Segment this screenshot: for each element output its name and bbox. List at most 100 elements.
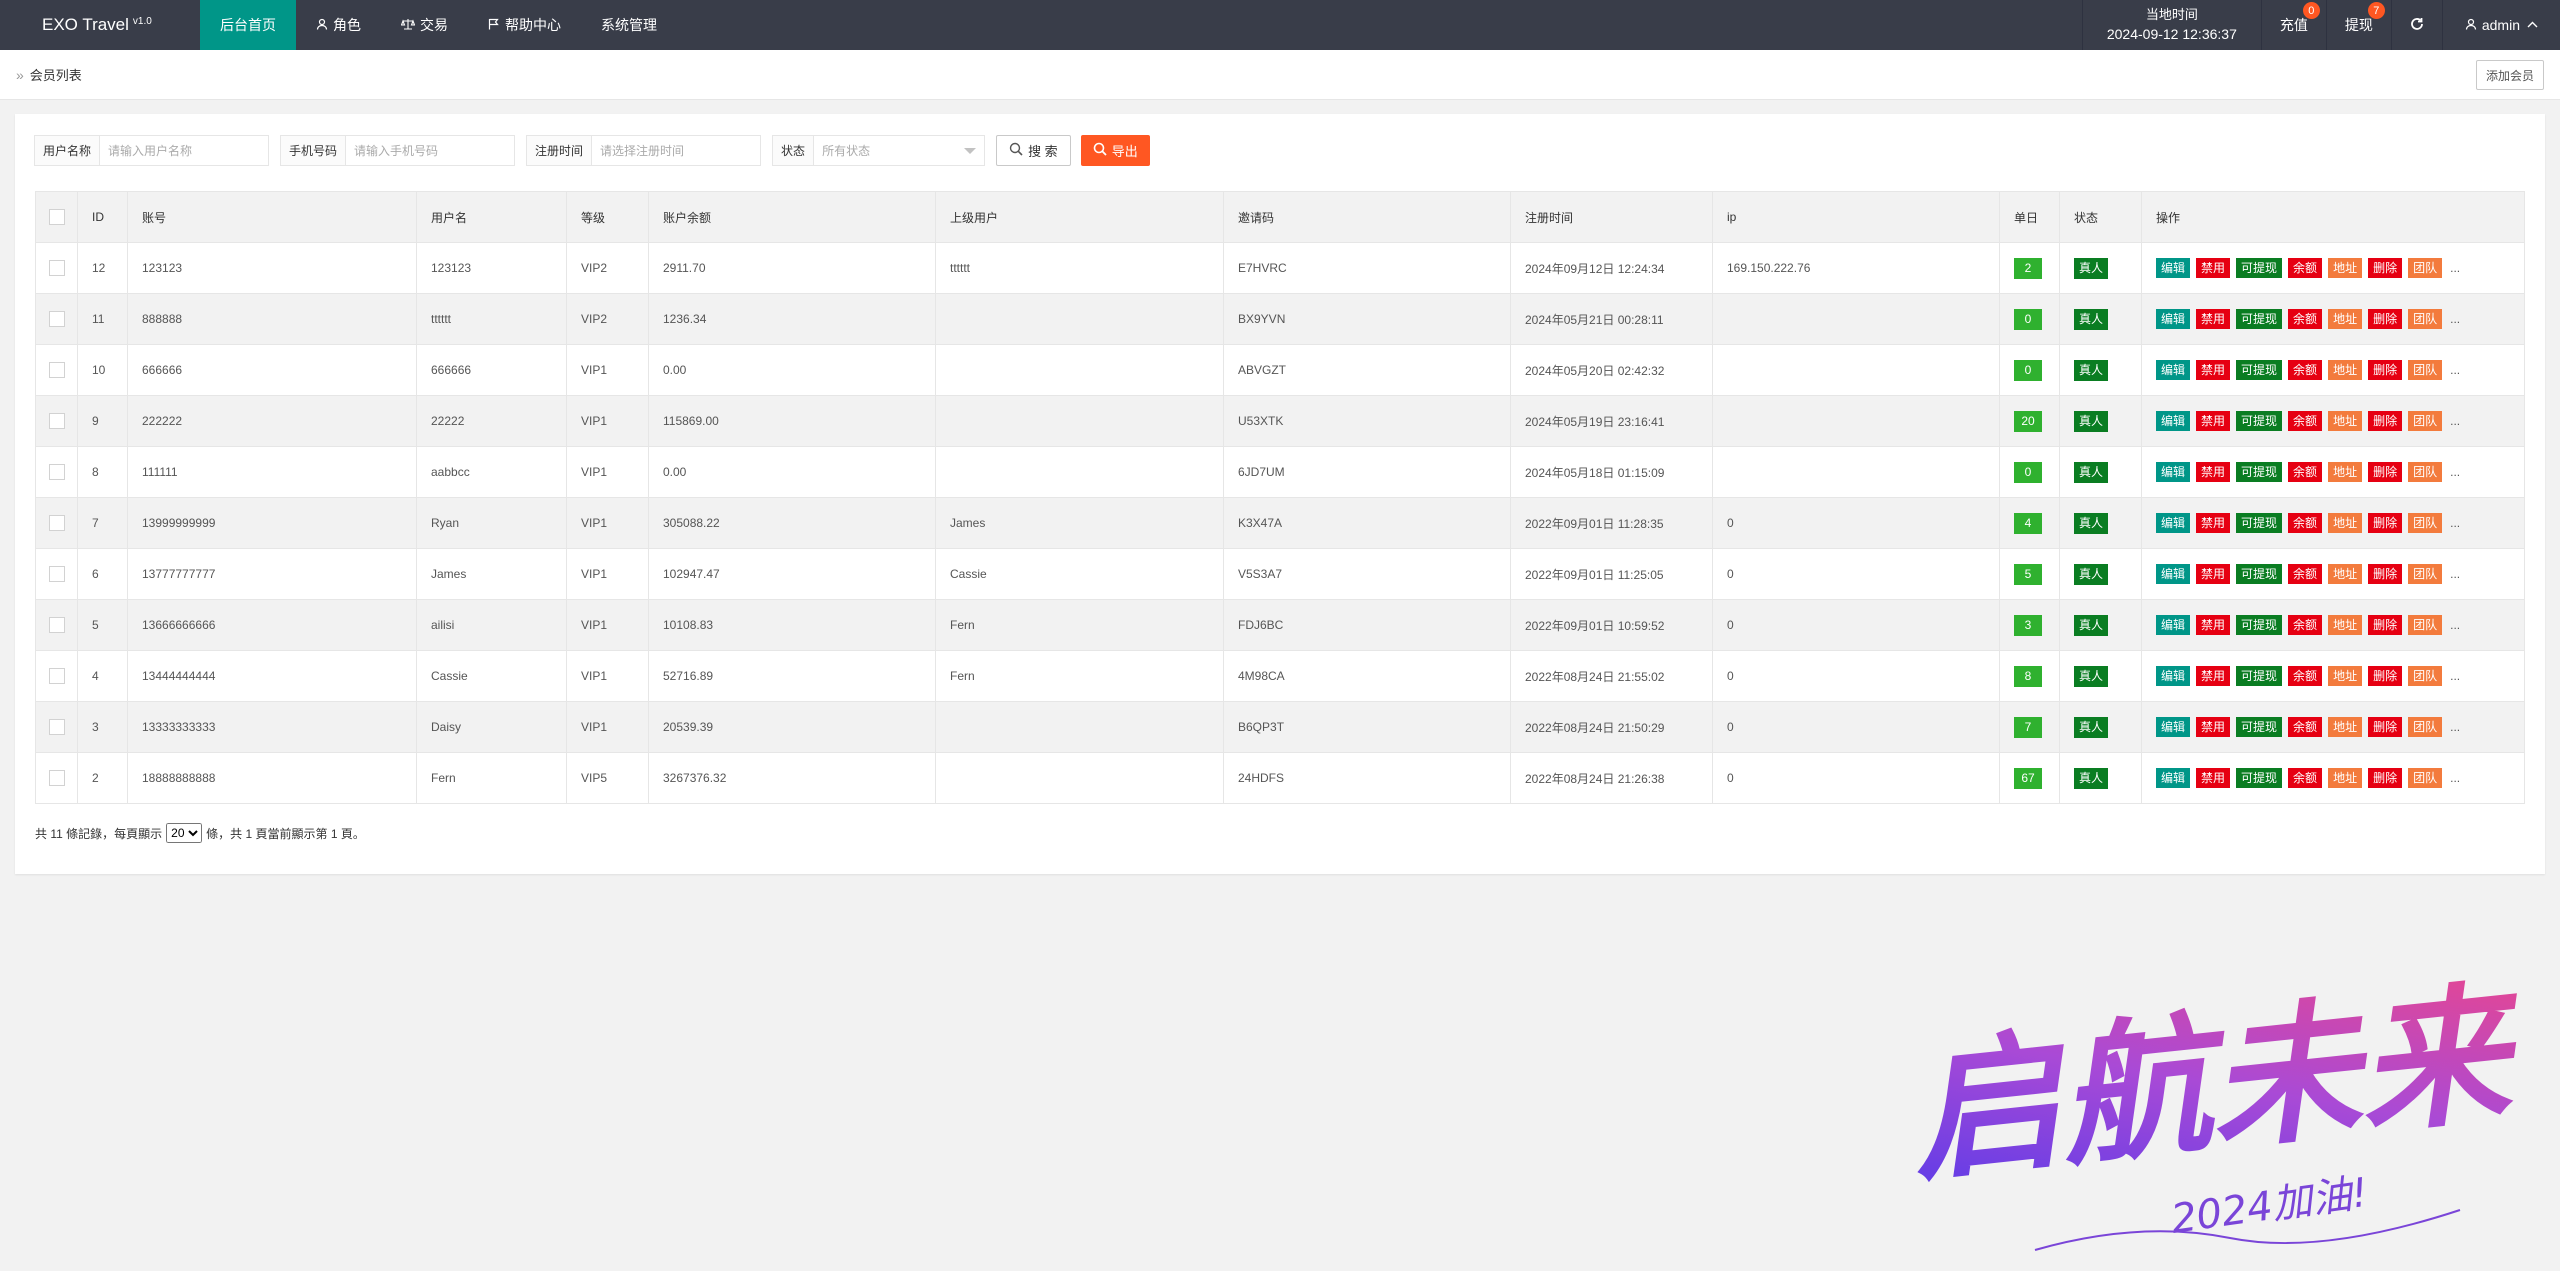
edit-button[interactable]: 编辑 xyxy=(2156,309,2191,329)
balance-button[interactable]: 余额 xyxy=(2288,768,2323,788)
table-row[interactable]: 6 13777777777 James VIP1 102947.47 Cassie V5S3… xyxy=(35,548,2525,600)
search-button[interactable]: 搜 索 xyxy=(996,135,1071,166)
ban-button[interactable]: 禁用 xyxy=(2196,360,2231,380)
nav-item-system[interactable]: 系统管理 xyxy=(581,0,677,50)
row-checkbox[interactable] xyxy=(48,668,65,684)
team-button[interactable]: 团队 xyxy=(2408,513,2443,533)
more-button[interactable]: ... xyxy=(2450,615,2460,635)
table-row[interactable]: 4 13444444444 Cassie VIP1 52716.89 Fern 4M98CA… xyxy=(35,650,2525,702)
column-header[interactable]: 等级 xyxy=(566,191,649,243)
admin-menu[interactable]: admin xyxy=(2441,0,2560,50)
table-row[interactable]: 12 123123 123123 VIP2 2911.70 tttttt E7HVRC 202… xyxy=(35,242,2525,294)
withdraw-button[interactable]: 可提现 xyxy=(2236,360,2283,380)
more-button[interactable]: ... xyxy=(2450,411,2460,431)
del-button[interactable]: 删除 xyxy=(2368,666,2403,686)
status-select[interactable]: 所有状态 xyxy=(814,136,984,165)
status-badge[interactable]: 真人 xyxy=(2074,716,2109,738)
addr-button[interactable]: 地址 xyxy=(2328,717,2363,737)
withdraw-button[interactable]: 可提现 xyxy=(2236,411,2283,431)
row-checkbox[interactable] xyxy=(48,260,65,276)
balance-button[interactable]: 余额 xyxy=(2288,411,2323,431)
table-row[interactable]: 7 13999999999 Ryan VIP1 305088.22 James K3X47A… xyxy=(35,497,2525,549)
balance-button[interactable]: 余额 xyxy=(2288,258,2323,278)
edit-button[interactable]: 编辑 xyxy=(2156,411,2191,431)
addr-button[interactable]: 地址 xyxy=(2328,360,2363,380)
edit-button[interactable]: 编辑 xyxy=(2156,462,2191,482)
column-header[interactable]: 邀请码 xyxy=(1223,191,1511,243)
row-checkbox[interactable] xyxy=(48,617,65,633)
withdraw-button[interactable]: 提现 7 xyxy=(2325,0,2391,50)
withdraw-button[interactable]: 可提现 xyxy=(2236,768,2283,788)
add-member-button[interactable]: 添加会员 xyxy=(2475,60,2544,90)
table-row[interactable]: 5 13666666666 ailisi VIP1 10108.83 Fern FDJ6BC… xyxy=(35,599,2525,651)
balance-button[interactable]: 余额 xyxy=(2288,564,2323,584)
status-badge[interactable]: 真人 xyxy=(2074,257,2109,279)
table-row[interactable]: 3 13333333333 Daisy VIP1 20539.39 B6QP3T 2022年… xyxy=(35,701,2525,753)
edit-button[interactable]: 编辑 xyxy=(2156,564,2191,584)
row-checkbox[interactable] xyxy=(48,770,65,786)
row-checkbox[interactable] xyxy=(48,566,65,582)
balance-button[interactable]: 余额 xyxy=(2288,666,2323,686)
row-checkbox[interactable] xyxy=(48,311,65,327)
edit-button[interactable]: 编辑 xyxy=(2156,768,2191,788)
addr-button[interactable]: 地址 xyxy=(2328,309,2363,329)
table-row[interactable]: 2 18888888888 Fern VIP5 3267376.32 24HDFS 2022… xyxy=(35,752,2525,804)
edit-button[interactable]: 编辑 xyxy=(2156,513,2191,533)
column-header[interactable]: 用户名 xyxy=(416,191,567,243)
status-badge[interactable]: 真人 xyxy=(2074,614,2109,636)
team-button[interactable]: 团队 xyxy=(2408,615,2443,635)
username-input[interactable] xyxy=(100,136,269,165)
more-button[interactable]: ... xyxy=(2450,768,2460,788)
column-header[interactable]: ID xyxy=(77,191,128,243)
del-button[interactable]: 删除 xyxy=(2368,615,2403,635)
balance-button[interactable]: 余额 xyxy=(2288,309,2323,329)
balance-button[interactable]: 余额 xyxy=(2288,462,2323,482)
ban-button[interactable]: 禁用 xyxy=(2196,258,2231,278)
more-button[interactable]: ... xyxy=(2450,717,2460,737)
team-button[interactable]: 团队 xyxy=(2408,411,2443,431)
phone-input[interactable] xyxy=(346,136,515,165)
select-all-checkbox[interactable] xyxy=(48,209,65,225)
table-row[interactable]: 8 111111 aabbcc VIP1 0.00 6JD7UM 2024年05月18日 0… xyxy=(35,446,2525,498)
export-button[interactable]: 导出 xyxy=(1080,135,1150,166)
edit-button[interactable]: 编辑 xyxy=(2156,360,2191,380)
column-header[interactable]: 账户余额 xyxy=(648,191,936,243)
ban-button[interactable]: 禁用 xyxy=(2196,666,2231,686)
addr-button[interactable]: 地址 xyxy=(2328,411,2363,431)
more-button[interactable]: ... xyxy=(2450,666,2460,686)
ban-button[interactable]: 禁用 xyxy=(2196,513,2231,533)
table-row[interactable]: 11 888888 tttttt VIP2 1236.34 BX9YVN 2024年05月2… xyxy=(35,293,2525,345)
status-badge[interactable]: 真人 xyxy=(2074,359,2109,381)
balance-button[interactable]: 余额 xyxy=(2288,615,2323,635)
ban-button[interactable]: 禁用 xyxy=(2196,564,2231,584)
addr-button[interactable]: 地址 xyxy=(2328,513,2363,533)
status-badge[interactable]: 真人 xyxy=(2074,512,2109,534)
nav-item-help[interactable]: 帮助中心 xyxy=(468,0,581,50)
row-checkbox[interactable] xyxy=(48,719,65,735)
column-header[interactable]: 注册时间 xyxy=(1510,191,1713,243)
withdraw-button[interactable]: 可提现 xyxy=(2236,564,2283,584)
addr-button[interactable]: 地址 xyxy=(2328,462,2363,482)
del-button[interactable]: 删除 xyxy=(2368,768,2403,788)
balance-button[interactable]: 余额 xyxy=(2288,513,2323,533)
status-badge[interactable]: 真人 xyxy=(2074,665,2109,687)
ban-button[interactable]: 禁用 xyxy=(2196,411,2231,431)
addr-button[interactable]: 地址 xyxy=(2328,666,2363,686)
addr-button[interactable]: 地址 xyxy=(2328,258,2363,278)
withdraw-button[interactable]: 可提现 xyxy=(2236,462,2283,482)
recharge-button[interactable]: 充值 0 xyxy=(2260,0,2326,50)
row-checkbox[interactable] xyxy=(48,464,65,480)
addr-button[interactable]: 地址 xyxy=(2328,768,2363,788)
del-button[interactable]: 删除 xyxy=(2368,717,2403,737)
balance-button[interactable]: 余额 xyxy=(2288,717,2323,737)
app-logo[interactable]: EXO Travel v1.0 xyxy=(0,0,200,50)
nav-item-home[interactable]: 后台首页 xyxy=(200,0,296,50)
del-button[interactable]: 删除 xyxy=(2368,309,2403,329)
nav-item-roles[interactable]: 角色 xyxy=(296,0,381,50)
team-button[interactable]: 团队 xyxy=(2408,462,2443,482)
withdraw-button[interactable]: 可提现 xyxy=(2236,615,2283,635)
edit-button[interactable]: 编辑 xyxy=(2156,258,2191,278)
withdraw-button[interactable]: 可提现 xyxy=(2236,666,2283,686)
refresh-button[interactable] xyxy=(2390,0,2442,50)
del-button[interactable]: 删除 xyxy=(2368,513,2403,533)
